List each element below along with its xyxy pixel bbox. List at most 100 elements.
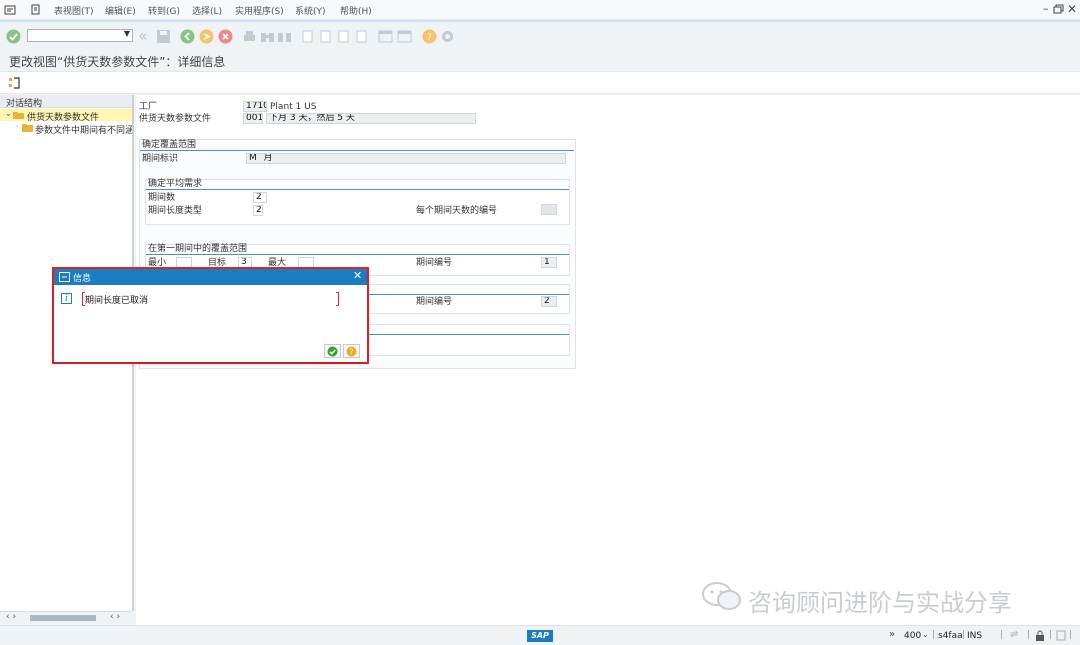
folder-icon [22, 124, 33, 132]
menu-edit[interactable]: 编辑(E) [105, 4, 136, 17]
tree-item-period-coverage[interactable]: · 参数文件中期间有不同涵盖 [0, 122, 132, 134]
menu-goto[interactable]: 转到(G) [148, 4, 180, 17]
avg-demand-group-line [146, 189, 569, 190]
tree-header-label: 对话结构 [6, 99, 43, 109]
plant-field[interactable]: 1710 [243, 101, 267, 112]
document-icon[interactable] [1056, 630, 1066, 641]
app-toolbar [0, 72, 1080, 94]
folder-open-icon [13, 112, 24, 119]
days-per-period-checkbox[interactable] [541, 204, 557, 215]
period-indicator-desc: 月 [263, 153, 273, 163]
enter-icon[interactable] [6, 29, 21, 44]
connection-icon: ⇌ [1010, 629, 1019, 640]
chevron-down-icon[interactable]: ▼ [124, 29, 130, 38]
expand-icon[interactable]: ⌄ [5, 109, 12, 118]
status-expand-icon[interactable]: » [889, 629, 895, 640]
dialog-titlebar[interactable]: 信息 ✕ [54, 269, 367, 285]
status-separator: | [1069, 630, 1073, 640]
menu-select[interactable]: 选择(L) [192, 4, 222, 17]
check-icon [327, 346, 338, 357]
customize-icon[interactable] [30, 4, 42, 16]
period-length-type-field[interactable]: 2 [253, 205, 263, 216]
plant-description: Plant 1 US [270, 102, 317, 112]
num-periods-label: 期间数 [148, 193, 176, 203]
tree-item-profile[interactable]: ⌄ 供货天数参数文件 [0, 109, 132, 123]
status-bar: SAP » 400 ⌄ | s4faa | INS | ⇌ | | | [0, 625, 1080, 645]
period-number-field-2[interactable]: 2 [541, 296, 557, 307]
status-separator: | [962, 630, 966, 640]
tree-item-label: 参数文件中期间有不同涵盖 [35, 126, 132, 134]
period-number-label-2: 期间编号 [416, 297, 453, 307]
new-session-icon[interactable] [378, 29, 393, 44]
system-name: s4faa [938, 631, 963, 641]
shortcut-icon[interactable] [397, 29, 412, 44]
find-next-icon[interactable] [277, 29, 292, 44]
period-number-label-1: 期间编号 [416, 258, 453, 268]
menu-utilities[interactable]: 实用程序(S) [235, 4, 284, 17]
print-icon[interactable] [242, 29, 257, 44]
coverage-group-line [140, 150, 574, 151]
client-number: 400 [904, 631, 922, 641]
minimize-icon[interactable]: – [1043, 2, 1049, 15]
sap-logo: SAP [527, 630, 553, 642]
tree-bullet: · [16, 122, 19, 131]
menu-table-view[interactable]: 表视图(T) [54, 4, 94, 17]
help-icon[interactable]: ? [422, 29, 437, 44]
find-icon[interactable] [260, 29, 275, 44]
last-page-icon[interactable] [354, 29, 369, 44]
menu-bar: 表视图(T) 编辑(E) 转到(G) 选择(L) 实用程序(S) 系统(Y) 帮… [0, 0, 1080, 20]
plant-label: 工厂 [139, 102, 158, 112]
period-indicator-value: M [249, 153, 257, 163]
dialog-structure-toggle-icon[interactable] [8, 76, 22, 90]
dialog-close-icon[interactable]: ✕ [353, 269, 362, 282]
period-length-type-label: 期间长度类型 [148, 206, 203, 216]
exit-icon[interactable] [199, 29, 214, 44]
svg-text:?: ? [349, 348, 353, 357]
cancel-icon[interactable] [218, 29, 233, 44]
tree-header: 对话结构 [0, 95, 132, 109]
info-dialog: 信息 ✕ i 期间长度已取消 ? [54, 269, 367, 362]
next-page-icon[interactable] [336, 29, 351, 44]
avg-demand-group [145, 179, 570, 225]
wechat-icon [702, 582, 741, 610]
num-periods-field[interactable]: 2 [253, 192, 267, 203]
period-indicator-field[interactable]: M 月 [246, 153, 566, 164]
days-per-period-label: 每个期间天数的编号 [416, 206, 498, 216]
back-icon[interactable] [180, 29, 195, 44]
status-separator: | [1027, 630, 1031, 640]
profile-field[interactable]: 001 [243, 113, 263, 124]
close-icon[interactable]: ✕ [1067, 2, 1077, 16]
scroll-right-icon[interactable]: ‹ › [110, 612, 120, 622]
restore-icon[interactable] [1053, 4, 1064, 15]
period-number-field-1[interactable]: 1 [541, 257, 557, 268]
first-period-group-line [146, 254, 569, 255]
help-button[interactable]: ? [343, 344, 360, 358]
question-icon: ? [346, 346, 357, 357]
watermark-text: 咨询顾问进阶与实战分享 [748, 589, 1012, 617]
status-separator: | [1049, 630, 1053, 640]
input-mode[interactable]: INS [967, 631, 982, 641]
menu-system[interactable]: 系统(Y) [295, 4, 326, 17]
info-icon: i [61, 293, 72, 304]
status-separator: | [1000, 630, 1004, 640]
dialog-title: 信息 [73, 274, 92, 284]
first-page-icon[interactable] [300, 29, 315, 44]
title-bar: 更改视图“供货天数参数文件”：详细信息 [0, 50, 1080, 72]
tree-scrollbar[interactable]: ‹ › ‹ › [0, 611, 132, 623]
settings-gear-icon[interactable] [440, 29, 455, 44]
menu-help[interactable]: 帮助(H) [340, 4, 372, 17]
ok-button[interactable] [324, 344, 341, 358]
dialog-window-icon [59, 272, 70, 282]
scroll-thumb[interactable] [30, 615, 96, 621]
command-field[interactable]: ▼ [27, 29, 133, 42]
message-bracket-right [336, 292, 339, 306]
save-icon[interactable] [156, 29, 171, 44]
history-back-icon[interactable]: « [138, 26, 148, 45]
system-menu-icon[interactable] [4, 4, 16, 16]
period-indicator-label: 期间标识 [142, 154, 179, 164]
prev-page-icon[interactable] [318, 29, 333, 44]
profile-label: 供货天数参数文件 [139, 114, 212, 124]
status-separator: | [932, 630, 936, 640]
client-dropdown-icon[interactable]: ⌄ [922, 630, 929, 639]
scroll-left-icon[interactable]: ‹ › [6, 612, 16, 622]
